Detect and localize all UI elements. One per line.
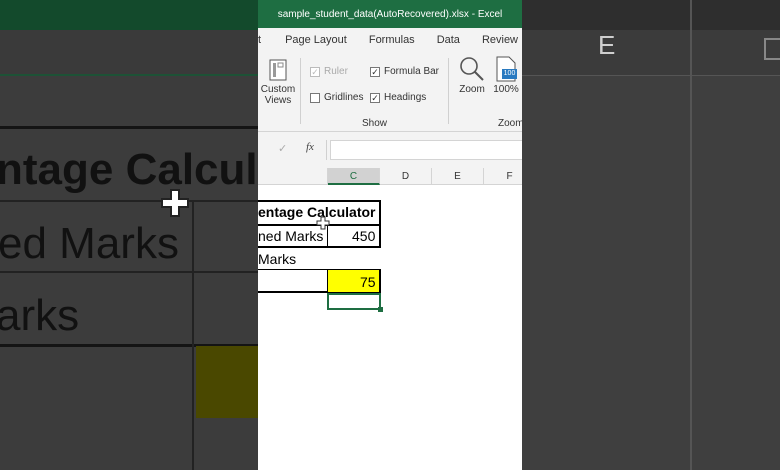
column-headers: C D E F (258, 168, 522, 185)
zoom-border (0, 271, 258, 273)
zoomed-grid: ntage Calcul ed Marks arks (0, 76, 258, 470)
ribbon-separator (448, 58, 449, 124)
obtained-marks-label[interactable]: ned Marks (258, 228, 323, 244)
formula-divider (326, 140, 327, 160)
border (258, 246, 381, 248)
insert-function-button[interactable]: fx (306, 141, 314, 153)
column-header-b[interactable] (258, 168, 328, 185)
headings-check-box: ✓ (370, 92, 380, 103)
ribbon-separator (300, 58, 301, 124)
column-header-f[interactable]: F (484, 168, 522, 185)
zoom-100-badge: 100 (502, 69, 517, 79)
headings-checkbox[interactable]: ✓ Headings (370, 92, 426, 103)
ribbon-tabs: t Page Layout Formulas Data Review (258, 28, 522, 52)
tab-insert[interactable]: t (258, 34, 261, 46)
tab-data[interactable]: Data (437, 34, 460, 46)
excel-window: sample_student_data(AutoRecovered).xlsx … (258, 0, 522, 470)
zoom-icon-fragment (764, 38, 780, 60)
zoom-row2-text: arks (0, 291, 80, 340)
enter-check-icon[interactable]: ✓ (278, 142, 287, 155)
formula-bar-label: Formula Bar (384, 66, 440, 77)
custom-views-label-1: Custom (260, 84, 296, 95)
ruler-label: Ruler (324, 66, 348, 77)
zoom-100-icon: 100 (495, 56, 517, 82)
headings-label: Headings (384, 92, 427, 103)
zoomed-grid-right (522, 76, 780, 470)
tab-page-layout[interactable]: Page Layout (285, 34, 347, 46)
zoomed-column-header: E (522, 0, 780, 76)
tab-review[interactable]: Review (482, 34, 518, 46)
window-title: sample_student_data(AutoRecovered).xlsx … (277, 8, 503, 20)
ruler-check-box: ✓ (310, 66, 320, 77)
zoomed-title-bar (0, 0, 258, 30)
gridlines-label: Gridlines (324, 92, 364, 103)
border (379, 269, 381, 293)
formula-bar-check-box: ✓ (370, 66, 380, 77)
custom-views-label-2: Views (264, 95, 292, 106)
zoom-border (192, 201, 194, 470)
title-bar: sample_student_data(AutoRecovered).xlsx … (258, 0, 522, 28)
zoom-label: Zoom (459, 84, 485, 95)
worksheet-grid[interactable]: entage Calculator ned Marks 450 Marks 75 (258, 185, 522, 470)
border (258, 200, 381, 202)
zoomed-background-right: E (522, 0, 780, 470)
zoom-column-letter: E (598, 30, 616, 60)
show-group-label: Show (362, 118, 388, 129)
column-header-e[interactable]: E (432, 168, 484, 185)
column-header-c[interactable]: C (328, 168, 380, 185)
gridlines-checkbox[interactable]: Gridlines (310, 92, 363, 103)
obtained-marks-value[interactable]: 450 (352, 228, 375, 244)
zoom-100-button[interactable]: 100 100% (492, 56, 520, 95)
column-header-d[interactable]: D (380, 168, 432, 185)
zoom-button[interactable]: Zoom (456, 56, 488, 95)
border (379, 200, 381, 248)
zoom-100-label: 100% (493, 84, 519, 95)
zoom-border (0, 200, 258, 202)
total-marks-label[interactable]: Marks (258, 251, 296, 267)
ribbon-view: Custom Views ✓ Ruler Gridlines ✓ Formula… (258, 52, 522, 132)
tab-formulas[interactable]: Formulas (369, 34, 415, 46)
percentage-value[interactable]: 75 (360, 274, 376, 290)
zoom-gridline (690, 0, 692, 470)
zoomed-ribbon (0, 30, 258, 76)
formula-input[interactable] (330, 140, 522, 160)
border (328, 269, 380, 270)
formula-bar: ✓ fx (258, 132, 522, 168)
selected-cell[interactable] (327, 293, 381, 310)
custom-views-icon (266, 58, 290, 82)
gridlines-check-box (310, 92, 320, 103)
zoom-border (0, 126, 258, 129)
formula-bar-checkbox[interactable]: ✓ Formula Bar (370, 66, 439, 77)
magnifier-icon (459, 56, 485, 82)
ruler-checkbox[interactable]: ✓ Ruler (310, 66, 348, 77)
border (258, 269, 328, 270)
fill-handle[interactable] (378, 307, 383, 312)
zoom-group-label: Zoom (498, 118, 522, 129)
zoom-row1-text: ed Marks (0, 219, 179, 268)
zoom-yellow-cell (196, 346, 258, 418)
border (327, 269, 328, 291)
zoomed-background-left: ntage Calcul ed Marks arks (0, 0, 258, 470)
zoom-title-text: ntage Calcul (0, 145, 258, 194)
custom-views-button[interactable]: Custom Views (258, 58, 298, 106)
zoom-cursor-icon (160, 188, 190, 218)
